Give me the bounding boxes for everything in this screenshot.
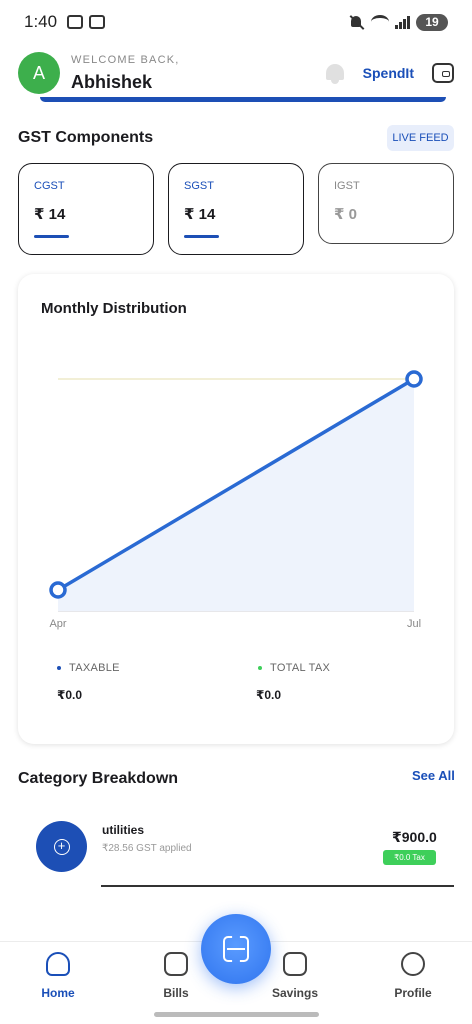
wallet-icon[interactable]	[432, 63, 454, 83]
category-icon[interactable]: +	[36, 821, 87, 872]
chart-point	[405, 370, 423, 388]
nav-profile[interactable]: Profile	[373, 952, 453, 1000]
status-notification-icons	[67, 15, 106, 29]
nav-savings-label: Savings	[271, 986, 319, 1000]
voicemail-icon	[89, 15, 106, 29]
live-feed-badge: LIVE FEED	[387, 125, 454, 151]
status-right: 19	[349, 13, 448, 31]
user-name: Abhishek	[71, 71, 153, 92]
legend-taxable-value: ₹0.0	[57, 688, 83, 702]
screenshot-icon	[67, 15, 84, 29]
category-amount: ₹900.0	[392, 829, 437, 845]
see-all-link[interactable]: See All	[412, 768, 455, 783]
gst-card-label: SGST	[184, 180, 214, 192]
x-tick-label: Jul	[407, 618, 421, 630]
legend-taxable-label: TAXABLE	[69, 662, 120, 674]
category-gst-note: ₹28.56 GST applied	[102, 843, 192, 854]
gst-card-value: ₹ 0	[334, 206, 357, 223]
gst-card-indicator	[34, 235, 69, 238]
legend-taxable-dot	[57, 666, 61, 670]
gst-card-igst[interactable]: IGST ₹ 0	[318, 163, 454, 244]
gst-card-label: IGST	[334, 180, 360, 192]
gst-card-label: CGST	[34, 180, 65, 192]
header-actions: SpendIt	[325, 62, 454, 84]
legend-total-tax: TOTAL TAX	[258, 662, 330, 674]
bell-icon[interactable]	[325, 62, 345, 84]
gst-card-value: ₹ 14	[184, 206, 216, 223]
mute-icon	[349, 14, 365, 30]
status-time: 1:40	[24, 12, 58, 31]
nav-profile-label: Profile	[394, 986, 432, 1000]
home-icon	[46, 952, 70, 976]
wifi-icon	[371, 15, 389, 29]
legend-total-tax-label: TOTAL TAX	[270, 662, 331, 674]
welcome-label: WELCOME BACK,	[71, 53, 180, 66]
summary-card-edge	[40, 97, 446, 102]
gst-section-title: GST Components	[18, 129, 154, 146]
category-name[interactable]: utilities	[102, 823, 144, 837]
chart-point	[49, 581, 67, 599]
app-header: A WELCOME BACK, Abhishek SpendIt	[0, 46, 472, 100]
brand-link[interactable]: SpendIt	[363, 65, 414, 81]
category-tax-badge: ₹0.0 Tax	[383, 850, 436, 865]
utilities-icon: +	[53, 838, 70, 855]
gst-card-indicator	[184, 235, 219, 238]
nav-bills-label: Bills	[163, 986, 189, 1000]
chart-area	[58, 379, 414, 611]
category-divider	[101, 885, 454, 887]
scan-icon	[223, 936, 249, 962]
signal-icon	[395, 15, 410, 29]
legend-total-tax-dot	[258, 666, 262, 670]
gst-card-value: ₹ 14	[34, 206, 66, 223]
scan-button[interactable]	[201, 914, 271, 984]
x-tick-label: Apr	[49, 618, 66, 630]
legend-taxable: TAXABLE	[57, 662, 120, 674]
gst-card-sgst[interactable]: SGST ₹ 14	[168, 163, 304, 255]
battery-icon: 19	[416, 13, 448, 31]
avatar[interactable]: A	[18, 52, 60, 94]
monthly-distribution-card: Monthly Distribution Apr Jul TAXABLE ₹0.0…	[18, 274, 454, 744]
nav-home[interactable]: Home	[18, 952, 98, 1000]
welcome-block: WELCOME BACK, Abhishek	[71, 54, 180, 93]
status-bar: 1:40 19	[0, 0, 472, 44]
savings-wallet-icon	[283, 952, 307, 976]
category-section-title: Category Breakdown	[18, 770, 179, 787]
legend-total-tax-value: ₹0.0	[256, 688, 282, 702]
nav-home-label: Home	[41, 986, 75, 1000]
home-indicator	[154, 1012, 319, 1017]
bills-icon	[164, 952, 188, 976]
gst-card-cgst[interactable]: CGST ₹ 14	[18, 163, 154, 255]
profile-icon	[401, 952, 425, 976]
